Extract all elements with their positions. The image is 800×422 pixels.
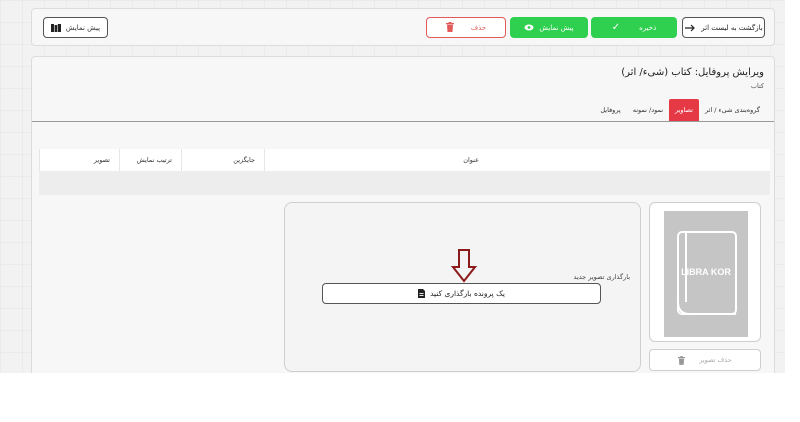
delete-image-label: حذف تصویر [699, 356, 732, 364]
column-header-display-order: ترتیب نمایش [119, 149, 181, 171]
delete-image-button[interactable]: حذف تصویر [649, 349, 761, 371]
toolbar: بازگشت به لیست اثر ذخیره ✓ پیش نمایش حذف [31, 8, 775, 46]
preview-button[interactable]: پیش نمایش [510, 17, 588, 38]
column-header-alternate: جایگزین [181, 149, 264, 171]
table-header: تصویر ترتیب نمایش جایگزین عنوان [39, 149, 770, 171]
eye-icon [524, 24, 534, 31]
preview-outline-button[interactable]: پیش نمایش [43, 17, 108, 38]
delete-button-label: حذف [470, 23, 487, 32]
save-button-label: ذخیره [639, 23, 657, 32]
table-row [39, 171, 770, 195]
upload-file-button[interactable]: یک پرونده بارگذاری کنید [322, 283, 601, 304]
down-arrow-icon [451, 249, 477, 283]
upload-label: بارگذاری تصویر جدید [573, 273, 630, 281]
back-button-label: بازگشت به لیست اثر [701, 23, 763, 32]
check-icon: ✓ [611, 22, 621, 33]
trash-icon [678, 355, 686, 365]
column-header-actions [488, 149, 770, 171]
tab-images[interactable]: تصاویر [669, 99, 699, 121]
book-icon [50, 23, 61, 32]
page-subtitle: کتاب [750, 82, 764, 90]
app-window: بازگشت به لیست اثر ذخیره ✓ پیش نمایش حذف [0, 0, 785, 373]
tab-profile[interactable]: پروفایل [594, 99, 626, 121]
tab-grouping[interactable]: گروه‌بندی شیء / اثر [699, 99, 766, 121]
logo-text: LIBRA KOR [681, 267, 731, 277]
page-title: ویرایش پروفایل: کتاب (شیء/ اثر) [621, 67, 764, 78]
tab-instance[interactable]: نمود/ نمونه [627, 99, 669, 121]
preview-button-label: پیش نمایش [539, 23, 574, 32]
save-button[interactable]: ذخیره ✓ [591, 17, 677, 38]
preview-outline-button-label: پیش نمایش [65, 23, 101, 32]
column-header-title: عنوان [264, 149, 488, 171]
delete-button[interactable]: حذف [426, 17, 506, 38]
trash-icon [445, 21, 454, 32]
image-card: LIBRA KOR [649, 202, 761, 342]
file-icon [418, 289, 426, 298]
upload-button-label: یک پرونده بارگذاری کنید [430, 289, 505, 298]
arrow-right-icon [685, 24, 696, 31]
column-header-image: تصویر [39, 149, 119, 171]
edit-panel: ویرایش پروفایل: کتاب (شیء/ اثر) کتاب پرو… [31, 56, 775, 373]
back-to-list-button[interactable]: بازگشت به لیست اثر [682, 17, 765, 38]
upload-card: بارگذاری تصویر جدید یک پرونده بارگذاری ک… [284, 202, 641, 372]
tab-divider [32, 121, 774, 122]
tab-bar: پروفایل نمود/ نمونه تصاویر گروه‌بندی شیء… [594, 99, 766, 121]
